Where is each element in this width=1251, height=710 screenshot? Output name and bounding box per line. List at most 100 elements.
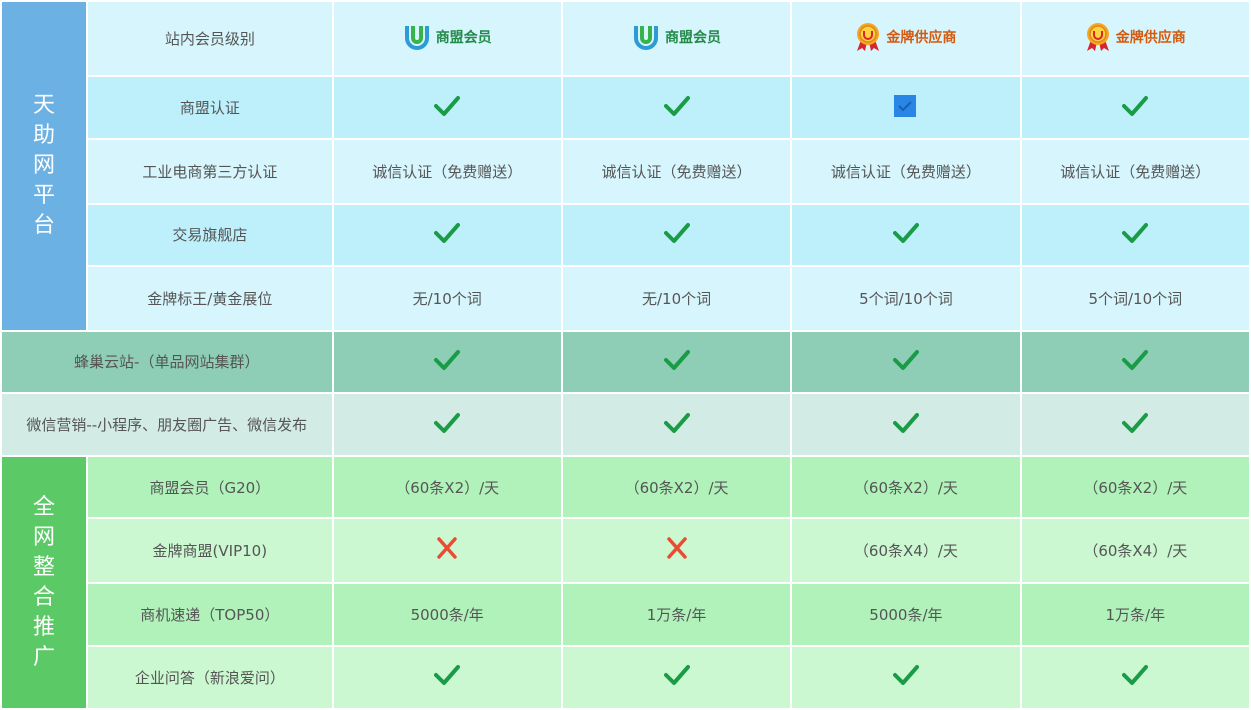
group-char: 全 (33, 494, 56, 520)
table-cell: 5000条/年 (333, 583, 561, 645)
table-cell (333, 519, 561, 582)
row-label: 企业问答（新浪爱问） (88, 646, 332, 708)
table-cell (562, 77, 791, 139)
check-icon (663, 95, 690, 116)
cell-text: 5个词/10个词 (859, 289, 953, 308)
table-row: 工业电商第三方认证 诚信认证（免费赠送） 诚信认证（免费赠送） 诚信认证（免费赠… (2, 140, 1249, 203)
group-label-promotion: 全 网 整 合 推 广 (2, 457, 87, 708)
cell-text: 诚信认证（免费赠送） (1060, 162, 1211, 181)
table-cell (792, 394, 1020, 456)
check-icon (892, 665, 919, 686)
cell-text: 诚信认证（免费赠送） (372, 162, 523, 181)
plan-badge: 商盟会员 (632, 23, 721, 51)
table-cell (792, 646, 1020, 708)
row-label: 工业电商第三方认证 (88, 140, 332, 203)
row-label: 商机速递（TOP50） (88, 583, 332, 645)
table-cell (562, 646, 791, 708)
table-cell (792, 77, 1020, 139)
table-cell (1021, 77, 1249, 139)
check-icon (434, 412, 461, 433)
plan-header-cell: 金牌供应商 (1021, 2, 1249, 76)
table-cell (333, 331, 561, 393)
table-cell: （60条X2）/天 (1021, 457, 1249, 518)
table-cell: 5个词/10个词 (792, 266, 1020, 330)
table-cell: 诚信认证（免费赠送） (333, 140, 561, 203)
check-icon (663, 665, 690, 686)
check-icon (663, 412, 690, 433)
plan-badge: 金牌供应商 (1085, 22, 1186, 52)
check-icon (434, 349, 461, 370)
group-char: 平 (33, 182, 56, 208)
cell-text: （60条X2）/天 (1083, 478, 1188, 497)
table-cell: 5个词/10个词 (1021, 266, 1249, 330)
table-cell: （60条X4）/天 (1021, 519, 1249, 582)
table-cell (562, 394, 791, 456)
table-row: 交易旗舰店 (2, 204, 1249, 265)
cell-text: 5000条/年 (869, 605, 943, 624)
cell-text: （60条X4）/天 (1083, 541, 1188, 560)
cell-text: 无/10个词 (412, 289, 482, 308)
table-cell (792, 331, 1020, 393)
group-char: 网 (33, 524, 56, 550)
row-label: 蜂巢云站-（单品网站集群） (2, 331, 332, 393)
check-icon (1122, 349, 1149, 370)
header-row: 天 助 网 平 台 站内会员级别 商盟会员 商盟会员 金牌供应商 金牌供应商 (2, 2, 1249, 330)
row-label: 交易旗舰店 (88, 204, 332, 265)
table-cell (333, 646, 561, 708)
table-row: 全 网 整 合 推 广 商盟会员（G20） （60条X2）/天 （60条X2）/… (2, 457, 1249, 708)
table-cell (792, 204, 1020, 265)
cell-text: （60条X2）/天 (624, 478, 729, 497)
check-icon (1122, 412, 1149, 433)
check-icon (892, 222, 919, 243)
table-cell: 诚信认证（免费赠送） (1021, 140, 1249, 203)
table-row: 蜂巢云站-（单品网站集群） (2, 331, 1249, 393)
cell-text: （60条X4）/天 (853, 541, 958, 560)
cell-text: 1万条/年 (1105, 605, 1166, 624)
row-label: 商盟认证 (88, 77, 332, 139)
check-icon (663, 222, 690, 243)
table-cell: （60条X2）/天 (562, 457, 791, 518)
table-row: 金牌标王/黄金展位 无/10个词 无/10个词 5个词/10个词 5个词/10个… (2, 266, 1249, 330)
table-cell: 1万条/年 (1021, 583, 1249, 645)
row-label-member-level: 站内会员级别 (88, 2, 332, 76)
table-cell: 无/10个词 (562, 266, 791, 330)
row-label: 商盟会员（G20） (88, 457, 332, 518)
group-char: 合 (33, 584, 56, 610)
plan-header-cell: 商盟会员 (562, 2, 791, 76)
plan-header-cell: 商盟会员 (333, 2, 561, 76)
table-cell (333, 204, 561, 265)
plan-name: 金牌供应商 (1115, 29, 1186, 46)
table-row: 微信营销--小程序、朋友圈广告、微信发布 (2, 394, 1249, 456)
cross-icon (666, 537, 687, 560)
check-icon (434, 222, 461, 243)
table-cell: 1万条/年 (562, 583, 791, 645)
table-cell: （60条X2）/天 (333, 457, 561, 518)
table-cell: 无/10个词 (333, 266, 561, 330)
check-icon (892, 349, 919, 370)
group-char: 助 (33, 122, 56, 148)
cross-icon (437, 537, 457, 560)
plan-name: 商盟会员 (435, 29, 492, 46)
group-char: 推 (33, 614, 56, 640)
group-char: 广 (33, 644, 56, 670)
group-char: 网 (33, 152, 56, 178)
checkbox-checked-icon (893, 94, 916, 117)
table-cell (333, 77, 561, 139)
table-cell: 诚信认证（免费赠送） (792, 140, 1020, 203)
check-icon (1122, 222, 1149, 243)
plan-header-cell: 金牌供应商 (792, 2, 1020, 76)
row-label: 金牌商盟(VIP10) (88, 519, 332, 582)
group-char: 整 (33, 554, 56, 580)
cell-text: 1万条/年 (646, 605, 707, 624)
table-cell (1021, 204, 1249, 265)
group-char: 天 (33, 92, 56, 118)
plan-name: 商盟会员 (665, 29, 722, 46)
check-icon (1122, 95, 1149, 116)
table-cell: 5000条/年 (792, 583, 1020, 645)
cell-text: （60条X2）/天 (853, 478, 958, 497)
cell-text: 诚信认证（免费赠送） (830, 162, 981, 181)
table-cell: （60条X2）/天 (792, 457, 1020, 518)
check-icon (663, 349, 690, 370)
check-icon (892, 412, 919, 433)
table-cell: 诚信认证（免费赠送） (562, 140, 791, 203)
